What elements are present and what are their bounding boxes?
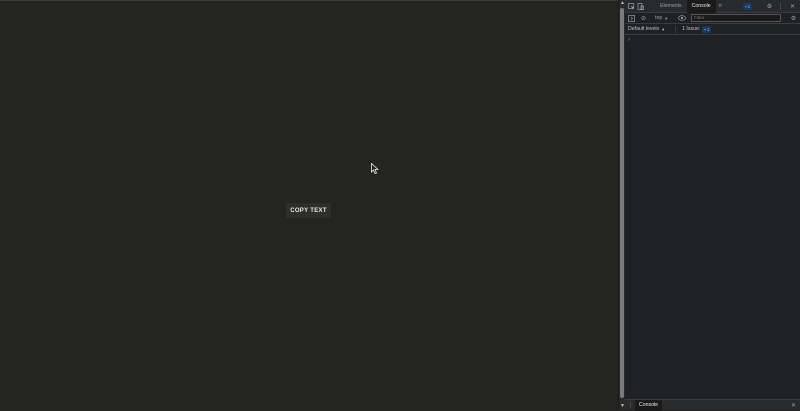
kebab-menu-icon[interactable]: ⋮ bbox=[776, 2, 785, 11]
caret-down-icon: ▼ bbox=[661, 26, 666, 32]
mouse-cursor-icon bbox=[371, 163, 379, 174]
default-levels-dropdown[interactable]: Default levels ▼ bbox=[628, 26, 665, 32]
chevron-double-right-icon[interactable]: » bbox=[716, 2, 725, 11]
inspect-element-icon[interactable] bbox=[627, 2, 636, 11]
caret-down-icon: ▼ bbox=[664, 15, 669, 21]
device-toolbar-icon[interactable] bbox=[636, 2, 645, 11]
page-viewport: COPY TEXT bbox=[0, 0, 618, 410]
drawer-close-icon[interactable]: ✕ bbox=[789, 401, 798, 410]
issues-link[interactable]: 1 Issue: ▪ 1 bbox=[675, 25, 712, 33]
console-prompt[interactable]: › bbox=[628, 37, 630, 43]
issues-label: 1 Issue: bbox=[682, 26, 701, 32]
levels-label: Default levels bbox=[628, 26, 660, 32]
devtools-drawer: ⋮ Console ✕ bbox=[625, 399, 800, 411]
drawer-tab-console[interactable]: Console bbox=[635, 399, 663, 411]
close-icon[interactable]: ✕ bbox=[788, 2, 797, 11]
clear-console-icon[interactable]: ⊘ bbox=[639, 14, 648, 23]
devtools-panel: Elements Console » ▪1 ⚙ ⋮ ✕ ⊘ top ▼ ⚙ De… bbox=[625, 0, 800, 411]
page-scrollbar[interactable]: ▲ ▼ bbox=[618, 0, 625, 410]
tab-elements[interactable]: Elements bbox=[655, 0, 687, 13]
sidebar-toggle-icon[interactable] bbox=[627, 14, 636, 23]
issues-count-badge: ▪ 1 bbox=[702, 25, 712, 33]
filter-input[interactable] bbox=[691, 14, 781, 22]
copy-text-button[interactable]: COPY TEXT bbox=[286, 203, 331, 218]
levels-row: Default levels ▼ 1 Issue: ▪ 1 bbox=[625, 24, 800, 35]
tab-console[interactable]: Console bbox=[686, 0, 716, 13]
issues-badge-top[interactable]: ▪ 1 bbox=[743, 3, 753, 10]
gear-icon[interactable]: ⚙ bbox=[765, 2, 774, 11]
console-settings-icon[interactable]: ⚙ bbox=[789, 14, 798, 23]
eye-icon[interactable] bbox=[677, 14, 686, 23]
context-value: top bbox=[655, 15, 663, 21]
drawer-menu-icon[interactable]: ⋮ bbox=[626, 401, 635, 410]
devtools-tabbar: Elements Console » ▪ 1 ⚙ ⋮ ✕ bbox=[625, 0, 800, 13]
message-icon: ▪ bbox=[745, 4, 747, 9]
scroll-thumb[interactable] bbox=[620, 8, 624, 398]
message-icon: ▪ bbox=[704, 26, 706, 32]
context-selector[interactable]: top ▼ bbox=[655, 15, 668, 21]
